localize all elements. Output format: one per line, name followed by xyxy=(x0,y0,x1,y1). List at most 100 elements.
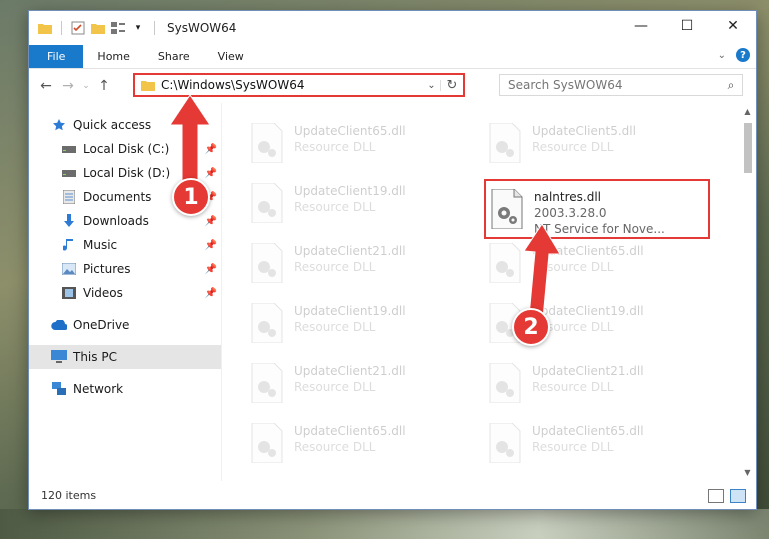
up-button[interactable]: ↑ xyxy=(93,75,115,97)
file-item[interactable]: UpdateClient21.dll Resource DLL xyxy=(250,239,470,289)
file-name: UpdateClient65.dll xyxy=(294,124,406,138)
highlighted-file-item[interactable]: nalntres.dll 2003.3.28.0 NT Service for … xyxy=(484,179,710,239)
forward-button[interactable]: → xyxy=(57,75,79,97)
vertical-scrollbar[interactable]: ▲ ▼ xyxy=(739,103,756,481)
file-name: nalntres.dll xyxy=(534,190,602,204)
file-version: 2003.3.28.0 xyxy=(534,206,607,220)
folder-icon xyxy=(141,81,155,91)
sidebar-item-label: Documents xyxy=(83,190,152,204)
file-item[interactable]: UpdateClient65.dll Resource DLL xyxy=(488,419,708,469)
properties-icon[interactable] xyxy=(70,20,86,36)
refresh-icon[interactable]: ↻ xyxy=(441,78,463,93)
pin-icon[interactable]: 📌 xyxy=(205,288,217,299)
file-name: UpdateClient21.dll xyxy=(294,364,406,378)
pin-icon[interactable]: 📌 xyxy=(205,168,217,179)
scroll-down-icon[interactable]: ▼ xyxy=(739,464,756,481)
tab-home[interactable]: Home xyxy=(83,45,143,68)
dll-file-icon xyxy=(488,122,522,164)
file-name: UpdateClient19.dll xyxy=(532,304,644,318)
file-name: UpdateClient65.dll xyxy=(294,424,406,438)
file-name: UpdateClient5.dll xyxy=(532,124,636,138)
file-item[interactable]: UpdateClient21.dll Resource DLL xyxy=(250,359,470,409)
toolbar-dropdown-icon[interactable]: ▾ xyxy=(130,20,146,36)
file-name: UpdateClient65.dll xyxy=(532,424,644,438)
dll-file-icon xyxy=(488,362,522,404)
address-bar[interactable]: C:\Windows\SysWOW64 ⌄ ↻ xyxy=(133,73,465,97)
tab-file[interactable]: File xyxy=(29,45,84,68)
documents-icon xyxy=(61,189,77,205)
sidebar-item-label: OneDrive xyxy=(73,318,130,332)
dll-file-icon xyxy=(250,182,284,224)
music-icon xyxy=(61,237,77,253)
sidebar-item-label: Local Disk (C:) xyxy=(83,142,170,156)
sidebar-item-pictures[interactable]: Pictures 📌 xyxy=(29,257,221,281)
recent-locations-button[interactable]: ⌄ xyxy=(79,75,93,97)
file-type: Resource DLL xyxy=(294,380,376,394)
sidebar-item-videos[interactable]: Videos 📌 xyxy=(29,281,221,305)
back-button[interactable]: ← xyxy=(35,75,57,97)
search-box[interactable]: ⌕ xyxy=(499,74,743,96)
file-item[interactable]: UpdateClient19.dll Resource DLL xyxy=(250,299,470,349)
address-path[interactable]: C:\Windows\SysWOW64 xyxy=(161,78,423,92)
step-badge-1: 1 xyxy=(172,178,210,216)
file-type: Resource DLL xyxy=(294,140,376,154)
window-controls: — ☐ ✕ xyxy=(618,11,756,41)
minimize-button[interactable]: — xyxy=(618,11,664,41)
tab-view[interactable]: View xyxy=(204,45,258,68)
file-type: Resource DLL xyxy=(532,380,614,394)
sidebar-item-music[interactable]: Music 📌 xyxy=(29,233,221,257)
ribbon-right-controls: ⌄ ? xyxy=(718,48,750,62)
file-type: Resource DLL xyxy=(294,260,376,274)
close-button[interactable]: ✕ xyxy=(710,11,756,41)
pin-icon[interactable]: 📌 xyxy=(205,216,217,227)
sidebar-item-onedrive[interactable]: OneDrive xyxy=(29,313,221,337)
navigation-bar: ← → ⌄ ↑ C:\Windows\SysWOW64 ⌄ ↻ ⌕ xyxy=(29,69,756,103)
file-item[interactable]: UpdateClient65.dll Resource DLL xyxy=(488,239,708,289)
file-type: Resource DLL xyxy=(294,440,376,454)
search-icon[interactable]: ⌕ xyxy=(720,78,742,93)
navigation-pane: Quick access Local Disk (C:) 📌 Local Dis… xyxy=(29,103,222,481)
sidebar-item-this-pc[interactable]: This PC xyxy=(29,345,221,369)
item-count: 120 items xyxy=(41,488,97,502)
ribbon-tabs: File Home Share View ⌄ ? xyxy=(29,45,756,69)
details-view-button[interactable] xyxy=(708,489,724,503)
file-type: Resource DLL xyxy=(294,320,376,334)
scroll-up-icon[interactable]: ▲ xyxy=(739,103,756,120)
star-icon xyxy=(51,117,67,133)
dll-file-icon xyxy=(250,302,284,344)
file-name: UpdateClient19.dll xyxy=(294,184,406,198)
quick-access-toolbar: ▾ xyxy=(37,20,159,36)
network-icon xyxy=(51,381,67,397)
pin-icon[interactable]: 📌 xyxy=(205,264,217,275)
pin-icon[interactable]: 📌 xyxy=(205,240,217,251)
pin-icon[interactable]: 📌 xyxy=(205,144,217,155)
sidebar-item-label: Pictures xyxy=(83,262,131,276)
sidebar-item-network[interactable]: Network xyxy=(29,377,221,401)
dll-file-icon xyxy=(250,422,284,464)
maximize-button[interactable]: ☐ xyxy=(664,11,710,41)
dll-file-icon xyxy=(490,188,524,230)
search-input[interactable] xyxy=(508,78,720,92)
help-icon[interactable]: ? xyxy=(736,48,750,62)
file-item[interactable]: UpdateClient5.dll Resource DLL xyxy=(488,119,708,169)
tab-share[interactable]: Share xyxy=(144,45,204,68)
file-item[interactable]: UpdateClient65.dll Resource DLL xyxy=(250,419,470,469)
file-type: Resource DLL xyxy=(532,440,614,454)
file-item[interactable]: UpdateClient19.dll Resource DLL xyxy=(250,179,470,229)
sidebar-item-label: Downloads xyxy=(83,214,149,228)
tiles-view-button[interactable] xyxy=(730,489,746,503)
address-dropdown-icon[interactable]: ⌄ xyxy=(423,79,441,91)
videos-icon xyxy=(61,285,77,301)
customize-icon[interactable] xyxy=(110,20,126,36)
new-folder-icon[interactable] xyxy=(90,20,106,36)
dll-file-icon xyxy=(488,422,522,464)
sidebar-item-local-disk-c[interactable]: Local Disk (C:) 📌 xyxy=(29,137,221,161)
file-name: UpdateClient65.dll xyxy=(532,244,644,258)
sidebar-item-quick-access[interactable]: Quick access xyxy=(29,113,221,137)
file-item[interactable]: UpdateClient21.dll Resource DLL xyxy=(488,359,708,409)
chevron-down-icon[interactable]: ⌄ xyxy=(718,50,726,61)
scrollbar-thumb[interactable] xyxy=(744,123,752,173)
file-item[interactable]: UpdateClient65.dll Resource DLL xyxy=(250,119,470,169)
dll-file-icon xyxy=(488,242,522,284)
